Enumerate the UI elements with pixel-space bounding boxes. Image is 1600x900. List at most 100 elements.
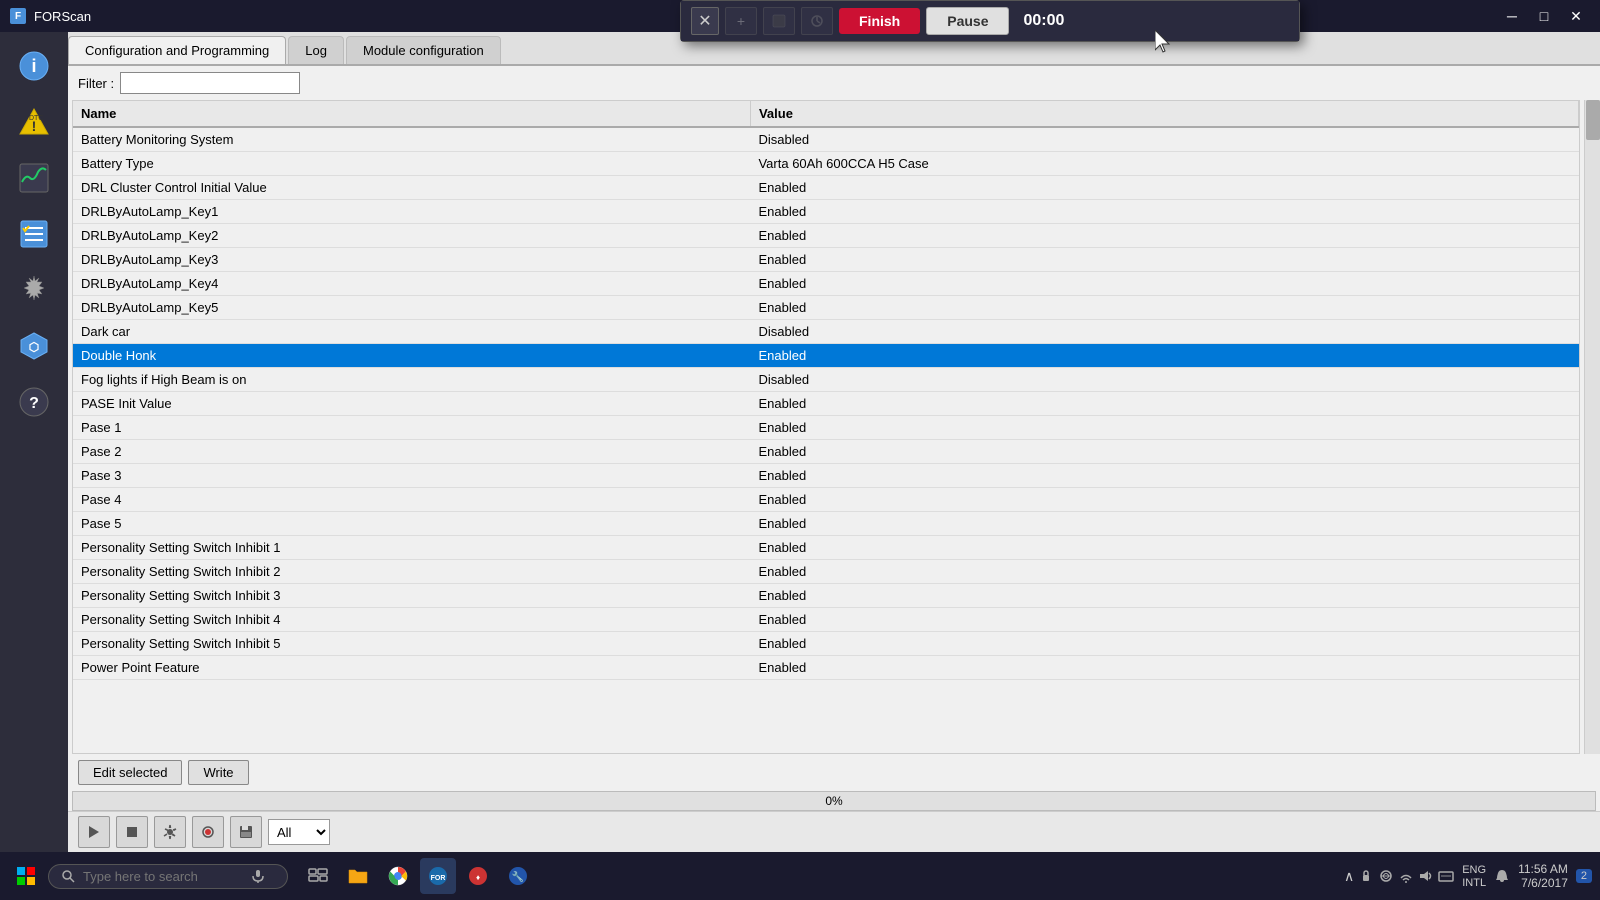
table-cell-value: Enabled xyxy=(750,200,1578,224)
table-cell-name: DRL Cluster Control Initial Value xyxy=(73,176,750,200)
table-cell-value: Disabled xyxy=(750,127,1578,152)
taskbar-right: ∧ xyxy=(1344,862,1592,890)
table-row[interactable]: DRLByAutoLamp_Key5Enabled xyxy=(73,296,1579,320)
tab-log[interactable]: Log xyxy=(288,36,344,64)
table-row[interactable]: Pase 3Enabled xyxy=(73,464,1579,488)
taskbar-app6[interactable]: 🔧 xyxy=(500,858,536,894)
table-row[interactable]: Pase 2Enabled xyxy=(73,440,1579,464)
table-cell-name: Pase 4 xyxy=(73,488,750,512)
filter-input[interactable] xyxy=(120,72,300,94)
table-cell-name: Pase 1 xyxy=(73,416,750,440)
edit-selected-button[interactable]: Edit selected xyxy=(78,760,182,785)
table-row[interactable]: Battery TypeVarta 60Ah 600CCA H5 Case xyxy=(73,152,1579,176)
play-button[interactable] xyxy=(78,816,110,848)
clock-date: 7/6/2017 xyxy=(1518,876,1568,890)
sidebar-item-graph[interactable] xyxy=(8,152,60,204)
finish-button[interactable]: Finish xyxy=(839,8,920,34)
table-cell-value: Disabled xyxy=(750,320,1578,344)
scrollbar-track[interactable] xyxy=(1584,100,1600,754)
taskbar-clock[interactable]: 11:56 AM 7/6/2017 xyxy=(1518,862,1568,890)
table-cell-name: DRLByAutoLamp_Key1 xyxy=(73,200,750,224)
data-table: Name Value Battery Monitoring SystemDisa… xyxy=(73,101,1579,680)
filter-select[interactable]: All Read Write xyxy=(268,819,330,845)
table-cell-value: Enabled xyxy=(750,464,1578,488)
table-row[interactable]: Personality Setting Switch Inhibit 5Enab… xyxy=(73,632,1579,656)
dialog-close-button[interactable]: ✕ xyxy=(691,7,719,35)
svg-text:FOR: FOR xyxy=(431,875,446,882)
table-cell-value: Enabled xyxy=(750,416,1578,440)
app-title: FORScan xyxy=(34,9,91,24)
table-row[interactable]: PASE Init ValueEnabled xyxy=(73,392,1579,416)
notification-badge[interactable]: 2 xyxy=(1576,869,1592,883)
taskbar-search[interactable] xyxy=(48,864,288,889)
language-indicator[interactable]: ENG INTL xyxy=(1462,864,1486,889)
save-button[interactable] xyxy=(230,816,262,848)
app-container: i ! DTC xyxy=(0,32,1600,852)
taskbar-chrome[interactable] xyxy=(380,858,416,894)
taskbar-app5[interactable]: ♦ xyxy=(460,858,496,894)
table-row[interactable]: DRLByAutoLamp_Key2Enabled xyxy=(73,224,1579,248)
region-text: INTL xyxy=(1462,877,1486,889)
title-bar-controls: ─ □ ✕ xyxy=(1498,5,1590,27)
taskbar: FOR ♦ 🔧 ∧ xyxy=(0,852,1600,900)
table-cell-value: Enabled xyxy=(750,512,1578,536)
table-row[interactable]: Pase 5Enabled xyxy=(73,512,1579,536)
chevron-up-icon[interactable]: ∧ xyxy=(1344,868,1354,885)
close-button[interactable]: ✕ xyxy=(1562,5,1590,27)
sidebar-item-info[interactable]: i xyxy=(8,40,60,92)
notification-icon[interactable] xyxy=(1494,868,1510,884)
sidebar-item-diagnostics[interactable]: ⬡ xyxy=(8,320,60,372)
taskbar-search-input[interactable] xyxy=(83,869,243,884)
progress-text: 0% xyxy=(825,794,842,808)
lock-icon xyxy=(1358,868,1374,884)
tab-configuration[interactable]: Configuration and Programming xyxy=(68,36,286,64)
table-row[interactable]: Personality Setting Switch Inhibit 3Enab… xyxy=(73,584,1579,608)
header-value: Value xyxy=(750,101,1578,127)
search-icon xyxy=(61,869,75,883)
sidebar-item-checklist[interactable] xyxy=(8,208,60,260)
table-row[interactable]: Battery Monitoring SystemDisabled xyxy=(73,127,1579,152)
maximize-button[interactable]: □ xyxy=(1530,5,1558,27)
table-row[interactable]: DRLByAutoLamp_Key4Enabled xyxy=(73,272,1579,296)
sidebar-item-settings[interactable] xyxy=(8,264,60,316)
table-cell-value: Disabled xyxy=(750,368,1578,392)
taskbar-task-view[interactable] xyxy=(300,858,336,894)
taskbar-app-icons: FOR ♦ 🔧 xyxy=(300,858,536,894)
table-row[interactable]: Fog lights if High Beam is onDisabled xyxy=(73,368,1579,392)
table-row[interactable]: DRL Cluster Control Initial ValueEnabled xyxy=(73,176,1579,200)
table-cell-name: Personality Setting Switch Inhibit 3 xyxy=(73,584,750,608)
minimize-button[interactable]: ─ xyxy=(1498,5,1526,27)
table-cell-name: Power Point Feature xyxy=(73,656,750,680)
taskbar-explorer[interactable] xyxy=(340,858,376,894)
table-cell-name: Personality Setting Switch Inhibit 4 xyxy=(73,608,750,632)
taskbar-forscan[interactable]: FOR xyxy=(420,858,456,894)
settings-button[interactable] xyxy=(154,816,186,848)
write-button[interactable]: Write xyxy=(188,760,248,785)
data-table-container[interactable]: Name Value Battery Monitoring SystemDisa… xyxy=(72,100,1580,754)
table-row[interactable]: Pase 4Enabled xyxy=(73,488,1579,512)
tab-module-configuration[interactable]: Module configuration xyxy=(346,36,501,64)
table-row[interactable]: DRLByAutoLamp_Key3Enabled xyxy=(73,248,1579,272)
table-row[interactable]: DRLByAutoLamp_Key1Enabled xyxy=(73,200,1579,224)
sidebar-item-dtc[interactable]: ! DTC xyxy=(8,96,60,148)
svg-text:🔧: 🔧 xyxy=(512,870,524,883)
scrollbar-thumb[interactable] xyxy=(1586,100,1600,140)
table-cell-value: Enabled xyxy=(750,224,1578,248)
table-row[interactable]: Double HonkEnabled xyxy=(73,344,1579,368)
table-row[interactable]: Personality Setting Switch Inhibit 2Enab… xyxy=(73,560,1579,584)
table-row[interactable]: Dark carDisabled xyxy=(73,320,1579,344)
table-cell-name: PASE Init Value xyxy=(73,392,750,416)
table-row[interactable]: Pase 1Enabled xyxy=(73,416,1579,440)
sidebar-item-help[interactable]: ? xyxy=(8,376,60,428)
lang-text: ENG xyxy=(1462,864,1486,876)
record-button[interactable] xyxy=(192,816,224,848)
start-button[interactable] xyxy=(8,858,44,894)
table-row[interactable]: Personality Setting Switch Inhibit 1Enab… xyxy=(73,536,1579,560)
network-settings-icon xyxy=(1378,868,1394,884)
stop-button[interactable] xyxy=(116,816,148,848)
wifi-icon xyxy=(1398,868,1414,884)
table-row[interactable]: Power Point FeatureEnabled xyxy=(73,656,1579,680)
pause-button[interactable]: Pause xyxy=(926,7,1009,35)
table-row[interactable]: Personality Setting Switch Inhibit 4Enab… xyxy=(73,608,1579,632)
table-cell-value: Enabled xyxy=(750,176,1578,200)
